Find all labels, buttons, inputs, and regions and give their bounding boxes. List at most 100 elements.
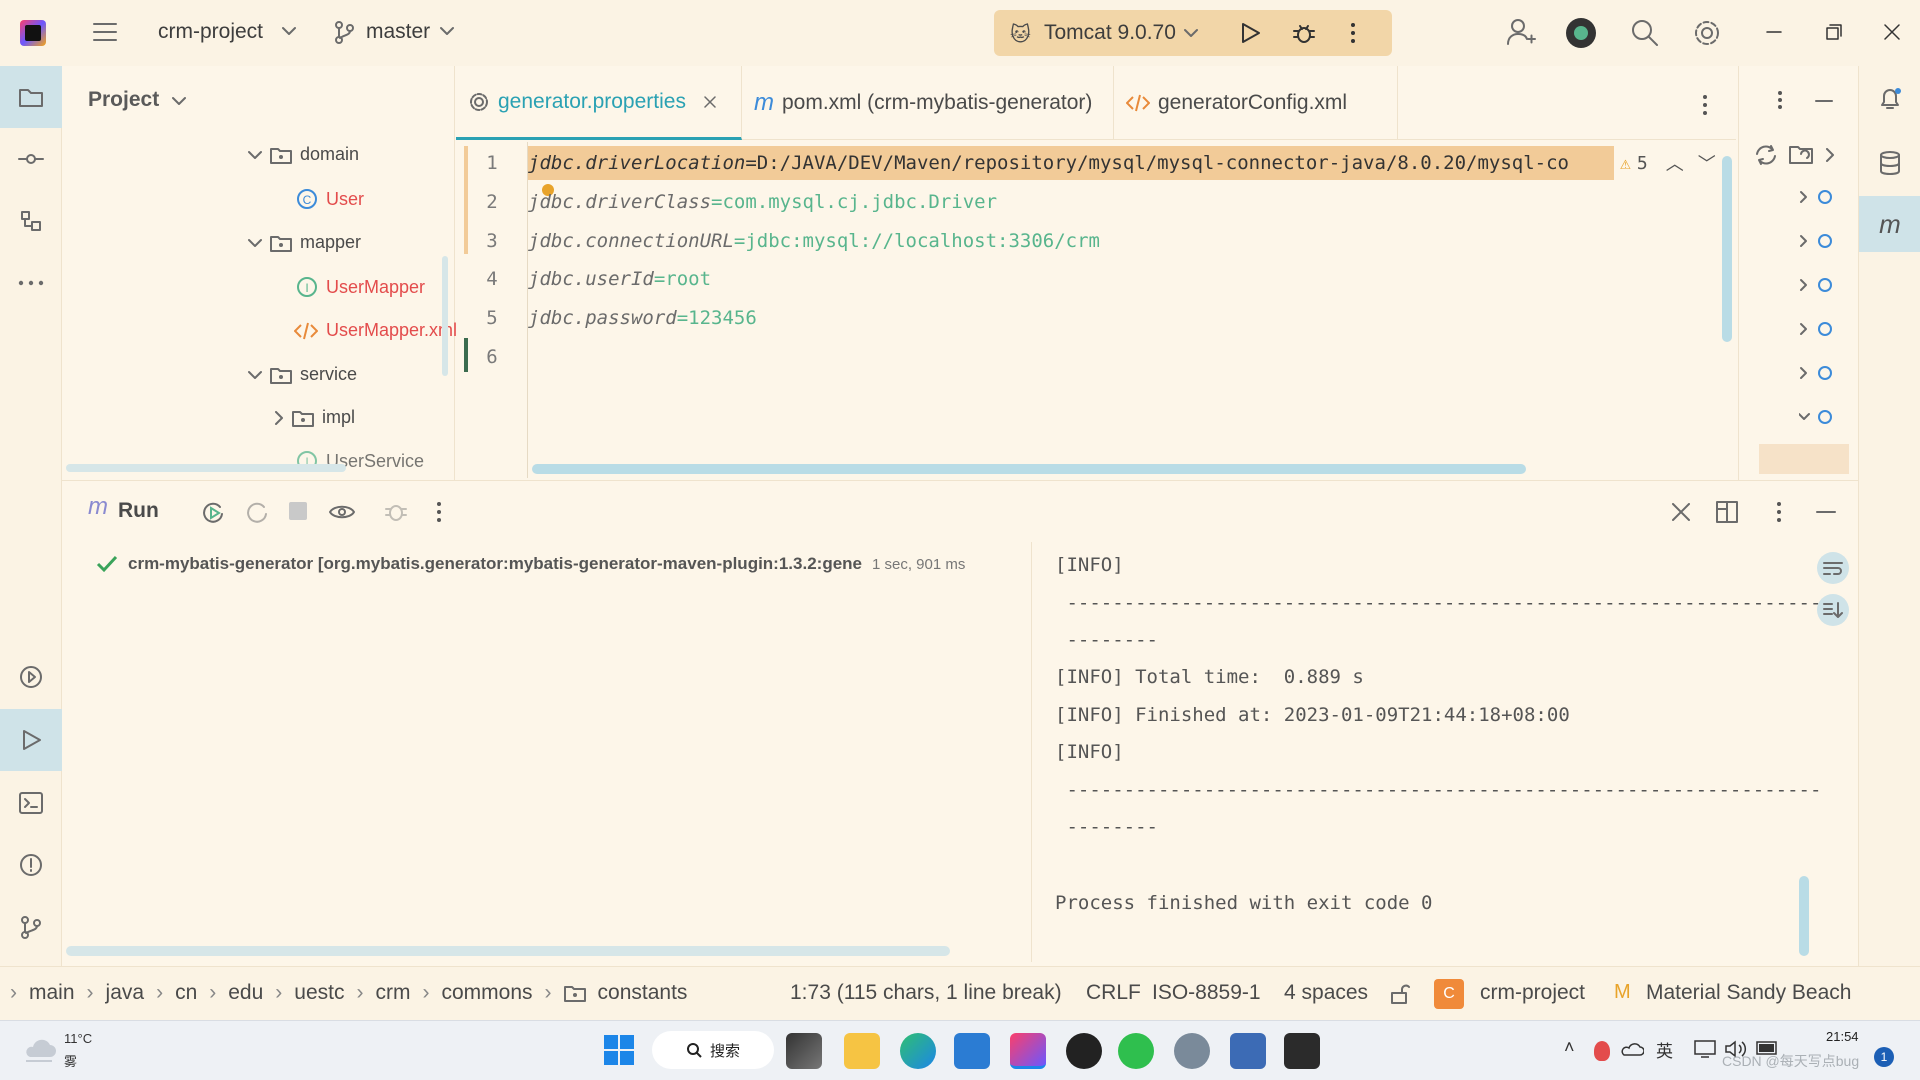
panel-options-icon[interactable] bbox=[1777, 90, 1783, 110]
services-tool-button[interactable] bbox=[0, 646, 62, 708]
minimize-icon[interactable] bbox=[1766, 30, 1782, 34]
maven-lifecycle-icon[interactable] bbox=[1798, 188, 1839, 438]
qq-icon[interactable] bbox=[1066, 1033, 1102, 1069]
close-tab-icon[interactable] bbox=[704, 95, 716, 108]
scroll-to-end-button[interactable] bbox=[1817, 594, 1849, 626]
main-menu-icon[interactable] bbox=[92, 20, 118, 44]
tree-node-usermapper-xml[interactable]: UserMapper.xml bbox=[294, 320, 457, 341]
tree-node-domain[interactable]: domain bbox=[248, 144, 359, 165]
run-tool-button[interactable] bbox=[0, 709, 62, 771]
run-panel-title[interactable]: Run bbox=[118, 499, 159, 523]
notification-badge[interactable]: 1 bbox=[1874, 1047, 1894, 1067]
file-encoding[interactable]: ISO-8859-1 bbox=[1152, 981, 1261, 1005]
tree-node-impl[interactable]: impl bbox=[274, 407, 355, 428]
terminal-tool-button[interactable] bbox=[0, 772, 62, 834]
database-icon[interactable] bbox=[1879, 150, 1901, 176]
taskbar-search[interactable]: 搜索 bbox=[652, 1031, 774, 1069]
chevron-down-icon[interactable] bbox=[282, 26, 296, 36]
rerun-icon[interactable] bbox=[200, 499, 226, 525]
branch-selector[interactable]: master bbox=[366, 20, 430, 44]
breadcrumb-item[interactable]: edu bbox=[228, 981, 263, 1005]
git-tool-button[interactable] bbox=[0, 896, 62, 958]
lock-open-icon[interactable] bbox=[1390, 983, 1410, 1005]
project-horizontal-scrollbar[interactable] bbox=[66, 464, 346, 472]
network-icon[interactable] bbox=[1694, 1039, 1716, 1059]
status-project-name[interactable]: crm-project bbox=[1480, 981, 1585, 1005]
ime-indicator[interactable]: 英 bbox=[1656, 1037, 1673, 1062]
breadcrumb-item[interactable]: commons bbox=[442, 981, 533, 1005]
store-icon[interactable] bbox=[954, 1033, 990, 1069]
code-with-me-icon[interactable] bbox=[1566, 18, 1596, 48]
run-process-row[interactable]: crm-mybatis-generator [org.mybatis.gener… bbox=[96, 554, 965, 574]
code-editor[interactable]: jdbc.driverLocation=D:/JAVA/DEV/Maven/re… bbox=[528, 142, 1736, 478]
breadcrumb-item[interactable]: java bbox=[106, 981, 145, 1005]
process-list-scrollbar[interactable] bbox=[66, 946, 950, 956]
reload-icon[interactable] bbox=[1753, 144, 1779, 166]
problems-tool-button[interactable] bbox=[0, 834, 62, 896]
tab-generatorconfig-xml[interactable]: generatorConfig.xml bbox=[1114, 66, 1398, 140]
intellij-logo-icon[interactable] bbox=[20, 20, 46, 46]
breadcrumb-item[interactable]: cn bbox=[175, 981, 197, 1005]
maven-tool-button[interactable]: m bbox=[1859, 196, 1920, 252]
edge-browser-icon[interactable] bbox=[900, 1033, 936, 1069]
chevron-down-icon[interactable] bbox=[440, 26, 454, 36]
rerun-failed-icon[interactable] bbox=[244, 499, 270, 525]
breadcrumb-item[interactable]: uestc bbox=[294, 981, 344, 1005]
intellij-taskbar-icon[interactable] bbox=[1010, 1033, 1046, 1069]
layout-icon[interactable] bbox=[1716, 501, 1738, 523]
tree-node-service[interactable]: service bbox=[248, 364, 357, 385]
soft-wrap-button[interactable] bbox=[1817, 552, 1849, 584]
structure-tool-button[interactable] bbox=[0, 190, 62, 252]
settings-gear-icon[interactable] bbox=[1692, 18, 1722, 48]
breadcrumb-item[interactable]: crm bbox=[376, 981, 411, 1005]
tab-generator-properties[interactable]: generator.properties bbox=[456, 66, 742, 140]
editor-vertical-scrollbar[interactable] bbox=[1722, 156, 1732, 342]
search-icon[interactable] bbox=[1630, 18, 1660, 48]
tray-app-icon[interactable] bbox=[1594, 1041, 1610, 1061]
close-panel-icon[interactable] bbox=[1672, 503, 1690, 521]
warning-indicator[interactable]: ⚠ 5 ︿ ﹀ bbox=[1620, 150, 1716, 176]
more-vertical-icon[interactable] bbox=[1350, 21, 1356, 45]
indent-setting[interactable]: 4 spaces bbox=[1284, 981, 1368, 1005]
chevron-down-icon[interactable] bbox=[1184, 28, 1198, 38]
editor-horizontal-scrollbar[interactable] bbox=[532, 464, 1526, 474]
view-icon[interactable] bbox=[328, 501, 356, 523]
run-icon[interactable] bbox=[1238, 21, 1262, 45]
notifications-bell-icon[interactable] bbox=[1877, 86, 1903, 112]
weather-cloud-icon[interactable] bbox=[22, 1035, 56, 1065]
chevron-up-icon[interactable]: ︿ bbox=[1666, 150, 1684, 176]
panel-options-icon[interactable] bbox=[1776, 501, 1782, 523]
tree-node-user[interactable]: C User bbox=[296, 188, 364, 210]
chevron-down-icon[interactable] bbox=[172, 96, 186, 106]
onedrive-cloud-icon[interactable] bbox=[1620, 1041, 1644, 1057]
debug-icon[interactable] bbox=[1292, 21, 1316, 45]
stop-icon[interactable] bbox=[288, 501, 308, 521]
close-window-icon[interactable] bbox=[1884, 24, 1900, 40]
restore-icon[interactable] bbox=[1826, 24, 1842, 40]
theme-name[interactable]: Material Sandy Beach bbox=[1646, 981, 1851, 1005]
chevron-down-icon[interactable]: ﹀ bbox=[1698, 150, 1716, 176]
tree-node-mapper[interactable]: mapper bbox=[248, 232, 361, 253]
more-tools-button[interactable] bbox=[0, 252, 62, 314]
minimize-panel-icon[interactable] bbox=[1815, 99, 1833, 103]
tree-node-usermapper[interactable]: I UserMapper bbox=[296, 276, 425, 298]
breadcrumb-item[interactable]: main bbox=[29, 981, 75, 1005]
terminal-taskbar-icon[interactable] bbox=[1284, 1033, 1320, 1069]
project-selector[interactable]: crm-project bbox=[158, 20, 263, 44]
chevron-up-icon[interactable]: ˄ bbox=[1564, 1037, 1575, 1058]
project-panel-title[interactable]: Project bbox=[88, 88, 159, 112]
debug-icon[interactable] bbox=[384, 499, 408, 523]
line-separator[interactable]: CRLF bbox=[1086, 981, 1141, 1005]
maven-selected-row[interactable] bbox=[1759, 444, 1849, 474]
tab-pom-xml[interactable]: m pom.xml (crm-mybatis-generator) bbox=[742, 66, 1114, 140]
breadcrumb-item[interactable]: constants bbox=[598, 981, 688, 1005]
task-view-icon[interactable] bbox=[786, 1033, 822, 1069]
minimize-panel-icon[interactable] bbox=[1816, 510, 1836, 514]
run-config-selector[interactable]: Tomcat 9.0.70 bbox=[1044, 21, 1176, 45]
chevron-right-icon[interactable] bbox=[1825, 148, 1835, 162]
project-vertical-scrollbar[interactable] bbox=[442, 256, 448, 376]
clock-time[interactable]: 21:54 bbox=[1826, 1029, 1859, 1044]
add-user-icon[interactable] bbox=[1506, 17, 1536, 47]
commit-tool-button[interactable] bbox=[0, 128, 62, 190]
tab-options-icon[interactable] bbox=[1702, 94, 1708, 116]
